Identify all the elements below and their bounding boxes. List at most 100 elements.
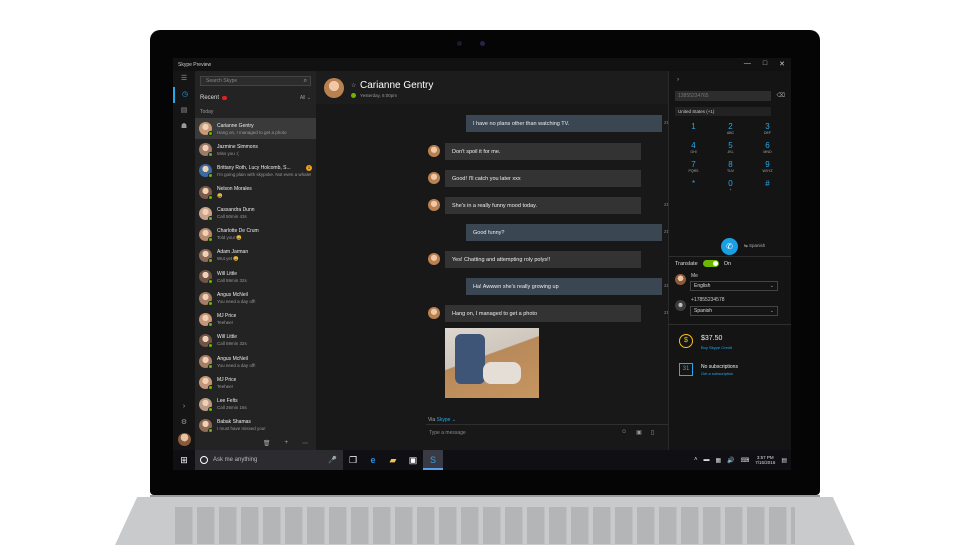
keypad-key[interactable]: 1 <box>675 122 712 136</box>
country-selector[interactable]: United States (+1) <box>675 107 771 116</box>
chevron-icon[interactable]: › <box>173 399 195 415</box>
search-input[interactable]: Search Skype ⌕ <box>200 76 311 86</box>
keypad-key[interactable]: 2 ABC <box>712 122 749 136</box>
delete-icon[interactable]: 🗑 <box>263 440 271 447</box>
action-center-icon[interactable]: ▤ <box>781 457 787 464</box>
filter-all-dropdown[interactable]: All ⌄ <box>300 95 311 101</box>
file-icon[interactable]: ▯ <box>651 429 654 436</box>
translate-state: On <box>723 260 732 267</box>
file-explorer-icon[interactable]: ▰ <box>383 450 403 470</box>
contact-mood: Call 59min 32s <box>217 277 247 283</box>
me-language-select[interactable]: English ⌄ <box>690 281 778 291</box>
buy-credit-link[interactable]: Buy Skype Credit <box>701 345 732 350</box>
contact-item[interactable]: Babak Shamas I must have missed you! <box>195 415 316 436</box>
shared-photo[interactable] <box>445 328 539 398</box>
message-bubble-incoming[interactable]: Don't spoil it for me. <box>445 143 641 160</box>
translate-toggle[interactable] <box>702 260 719 267</box>
presence-indicator <box>208 406 213 412</box>
contact-item[interactable]: Carianne Gentry Hang on, I managed to get… <box>195 118 316 140</box>
contact-item[interactable]: Will Little Call 59min 32s <box>195 266 316 287</box>
contact-avatar <box>199 376 213 391</box>
keypad-key[interactable]: 0 + <box>712 179 749 193</box>
recent-chats-icon[interactable]: ◷ <box>173 87 195 103</box>
via-selector[interactable]: Via Skype ⌄ <box>428 417 456 423</box>
keypad-key[interactable]: 4 GHI <box>675 141 712 155</box>
key-digit: 5 <box>728 141 733 150</box>
contact-item[interactable]: Angus McNeil You need a day off! <box>195 351 316 372</box>
microphone-icon[interactable]: 🎤 <box>328 456 337 464</box>
keypad-key[interactable]: 7 PQRS <box>675 160 712 174</box>
contact-item[interactable]: Charlotte De Crum Told you! 😄 <box>195 224 316 245</box>
keypad-key[interactable]: 9 WXYZ <box>749 160 786 174</box>
keypad-key[interactable]: * <box>675 179 712 193</box>
call-button[interactable]: ✆ <box>721 238 738 255</box>
message-bubble-incoming[interactable]: Good! I'll catch you later xxx <box>445 170 641 187</box>
keypad-key[interactable]: 6 MNO <box>749 141 786 155</box>
add-icon[interactable]: + <box>284 440 288 446</box>
keypad-key[interactable]: 5 JKL <box>712 141 749 155</box>
task-view-icon[interactable]: ❐ <box>343 450 363 470</box>
contacts-icon[interactable]: ▤ <box>173 103 195 119</box>
more-icon[interactable]: ⋯ <box>302 440 308 447</box>
close-button[interactable]: ✕ <box>779 60 785 68</box>
windows-start-icon[interactable]: ⊞ <box>173 455 195 466</box>
maximize-button[interactable]: □ <box>763 60 767 68</box>
contact-item[interactable]: MJ Price Teehee! <box>195 309 316 330</box>
store-icon[interactable]: ▣ <box>403 450 423 470</box>
message-bubble-incoming[interactable]: Hang on, I managed to get a photo <box>445 305 641 322</box>
presence-indicator <box>208 427 213 433</box>
message-bubble-incoming[interactable]: Yes! Chatting and attempting roly polys!… <box>445 251 641 268</box>
contact-item[interactable]: Brittany Roth, Lucy Holcomb, S... I'm goi… <box>195 160 316 181</box>
contact-item[interactable]: Angus McNeil You need a day off! <box>195 288 316 309</box>
battery-icon[interactable]: ▬ <box>703 457 709 463</box>
contact-item[interactable]: MJ Price Teehee! <box>195 372 316 393</box>
keypad-key[interactable]: 3 DEF <box>749 122 786 136</box>
key-letters: MNO <box>763 150 772 154</box>
contact-avatar <box>199 397 213 412</box>
other-language-select[interactable]: Spanish ⌄ <box>690 306 778 316</box>
show-hidden-icons[interactable]: ˄ <box>694 457 698 463</box>
contact-item[interactable]: Jazmine Simmons Miss you :( <box>195 139 316 160</box>
settings-icon[interactable]: ⚙ <box>173 415 195 431</box>
keyboard-icon[interactable]: ⌨ <box>741 457 750 464</box>
backspace-icon[interactable]: ⌫ <box>777 92 785 99</box>
favorite-star-icon[interactable]: ☆ <box>351 82 356 89</box>
volume-icon[interactable]: 🔊 <box>727 457 734 464</box>
people-icon[interactable]: ☗ <box>173 119 195 135</box>
presence-indicator <box>208 131 213 137</box>
emoji-icon[interactable]: ☺ <box>621 429 627 436</box>
key-letters: WXYZ <box>762 169 773 173</box>
contact-item[interactable]: Nelson Morales 😀 <box>195 182 316 203</box>
edge-browser-icon[interactable]: e <box>363 450 383 470</box>
message-bubble-incoming[interactable]: She's in a really funny mood today. <box>445 197 641 214</box>
message-bubble-outgoing[interactable]: I have no plans other than watching TV. <box>466 115 662 132</box>
cortana-search[interactable]: Ask me anything 🎤 <box>195 450 343 470</box>
message-bubble-outgoing[interactable]: Ha! Awwwn she's really growing up <box>466 278 662 295</box>
phone-number-input[interactable]: 13855234765 <box>675 91 771 101</box>
minimize-button[interactable]: — <box>744 60 751 68</box>
contact-item[interactable]: Will Little Call 59min 32s <box>195 330 316 351</box>
message-text: Ha! Awwwn she's really growing up <box>473 283 559 290</box>
menu-icon[interactable]: ☰ <box>173 71 195 87</box>
keypad-key[interactable]: # <box>749 179 786 193</box>
contact-avatar[interactable] <box>324 78 344 98</box>
chevron-down-icon: ⌄ <box>769 283 774 289</box>
translate-label: Translate <box>675 260 698 267</box>
contact-item[interactable]: Lee Felts Call 26min 16s <box>195 393 316 414</box>
contact-item[interactable]: Adam Jarman Wut yet 😄 <box>195 245 316 266</box>
message-bubble-outgoing[interactable]: Good funny? <box>466 224 662 241</box>
contact-name[interactable]: Carianne Gentry <box>360 80 433 91</box>
contact-name: Charlotte De Crum <box>217 228 259 235</box>
contact-name: Carianne Gentry <box>217 122 254 129</box>
collapse-panel-icon[interactable]: › <box>677 77 679 83</box>
image-icon[interactable]: ▣ <box>636 429 642 436</box>
clock[interactable]: 3:57 PM 7/15/2016 <box>755 455 775 465</box>
get-subscription-link[interactable]: Get a subscription <box>701 371 733 376</box>
network-icon[interactable]: ▦ <box>715 457 721 464</box>
message-input[interactable]: Type a message <box>429 430 466 436</box>
profile-avatar[interactable] <box>177 433 191 446</box>
skype-taskbar-icon[interactable]: S <box>423 450 443 470</box>
presence-indicator <box>208 258 213 264</box>
contact-item[interactable]: Cassandra Dunn Call 50min 43s <box>195 203 316 224</box>
keypad-key[interactable]: 8 TUV <box>712 160 749 174</box>
